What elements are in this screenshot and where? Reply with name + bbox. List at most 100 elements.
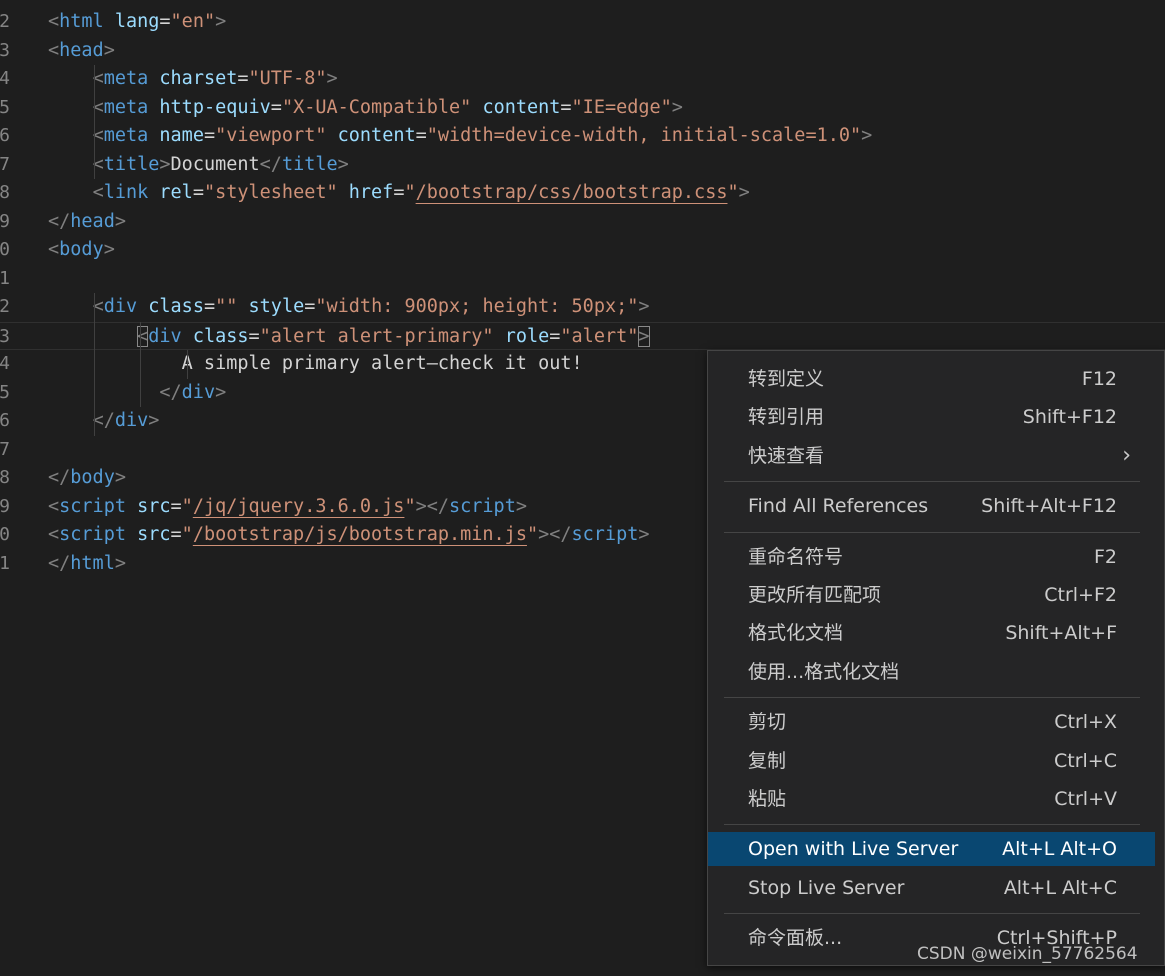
code-token: = [549, 325, 561, 347]
code-token: </ [259, 153, 282, 175]
menu-item-3-0[interactable]: 剪切 Ctrl+X [708, 705, 1155, 739]
code-token: < [48, 11, 60, 32]
code-line[interactable]: 2 <div class="" style="width: 900px; hei… [0, 293, 1165, 322]
menu-item-shortcut: Alt+L Alt+C [1003, 876, 1117, 899]
code-token: = [415, 125, 427, 146]
code-token: = [203, 296, 216, 317]
code-line[interactable]: 1 [0, 265, 1165, 294]
menu-item-label: 更改所有匹配项 [748, 584, 882, 606]
code-token: < [48, 39, 60, 61]
menu-item-1-0[interactable]: Find All References Shift+Alt+F12 [708, 489, 1155, 523]
line-number: 6 [0, 125, 10, 146]
code-token: "IE=edge" [571, 96, 672, 118]
code-text: <div class="alert alert-primary" role="a… [48, 323, 650, 352]
code-token: " [727, 182, 739, 203]
code-link[interactable]: /bootstrap/css/bootstrap.css [416, 182, 728, 203]
code-token: > [861, 125, 873, 146]
code-token: class [148, 296, 204, 317]
line-number: 9 [0, 210, 10, 232]
code-token: </ [48, 210, 71, 232]
code-line[interactable]: 3 <div class="alert alert-primary" role=… [0, 321, 1165, 352]
code-token: = [170, 524, 182, 545]
code-line[interactable]: 2 <html lang="en"> [0, 8, 1165, 37]
code-line[interactable]: 0 <body> [0, 236, 1165, 265]
code-token: script [571, 524, 639, 545]
menu-item-2-0[interactable]: 重命名符号 F2 [708, 540, 1155, 574]
code-token: div [148, 325, 182, 347]
code-token: "alert alert-primary" [259, 325, 494, 347]
menu-separator [724, 697, 1140, 699]
menu-item-2-1[interactable]: 更改所有匹配项 Ctrl+F2 [708, 578, 1155, 612]
code-line[interactable]: 9 </head> [0, 208, 1165, 237]
menu-item-label: 格式化文档 [748, 622, 844, 645]
code-token: > [638, 325, 650, 347]
code-link[interactable]: /bootstrap/js/bootstrap.min.js [193, 524, 527, 545]
menu-item-0-0[interactable]: 转到定义 F12 [708, 362, 1155, 396]
code-text: </html> [48, 550, 126, 579]
code-token: "viewport" [215, 125, 327, 146]
code-text: <script src="/jq/jquery.3.6.0.js"></scri… [48, 493, 527, 522]
code-line[interactable]: 5 <meta http-equiv="X-UA-Compatible" con… [0, 94, 1165, 123]
code-text: <div class="" style="width: 900px; heigh… [48, 293, 650, 322]
code-token: = [170, 495, 182, 517]
code-token: "alert" [560, 325, 639, 347]
code-token: Document [170, 153, 260, 175]
menu-item-label: 转到定义 [748, 368, 825, 390]
code-token: src [137, 495, 171, 517]
code-line[interactable]: 3 <head> [0, 37, 1165, 66]
menu-item-label: Find All References [748, 495, 929, 518]
code-token: > [114, 552, 126, 574]
menu-item-4-0[interactable]: Open with Live Server Alt+L Alt+O [708, 832, 1155, 867]
menu-item-4-1[interactable]: Stop Live Server Alt+L Alt+C [708, 871, 1155, 905]
line-number: 7 [0, 438, 10, 460]
menu-item-0-1[interactable]: 转到引用 Shift+F12 [708, 400, 1155, 434]
code-link[interactable]: /jq/jquery.3.6.0.js [193, 496, 405, 517]
menu-item-2-3[interactable]: 使用...格式化文档 [708, 655, 1155, 689]
code-token: "width=device-width, initial-scale=1.0" [426, 125, 862, 146]
code-token: = [203, 125, 216, 146]
code-line[interactable]: 6 <meta name="viewport" content="width=d… [0, 122, 1165, 151]
code-token: role [504, 325, 550, 347]
code-token: > [638, 296, 650, 317]
code-line[interactable]: 4 <meta charset="UTF-8"> [0, 65, 1165, 94]
code-token: html [59, 11, 104, 32]
code-token: meta [103, 125, 149, 146]
code-line[interactable]: 7 <title>Document</title> [0, 151, 1165, 180]
code-text: <title>Document</title> [48, 151, 349, 180]
code-token: body [59, 239, 104, 260]
code-token: " [181, 524, 193, 545]
code-token: < [48, 239, 60, 260]
menu-item-3-1[interactable]: 复制 Ctrl+C [708, 744, 1155, 778]
code-text: <head> [48, 37, 115, 66]
menu-item-shortcut: F2 [1093, 545, 1117, 568]
menu-item-0-2[interactable]: 快速查看 › [708, 439, 1155, 473]
line-number: 6 [0, 410, 10, 431]
code-line[interactable]: 8 <link rel="stylesheet" href="/bootstra… [0, 179, 1165, 208]
code-token: = [560, 96, 572, 118]
code-token: body [70, 467, 115, 488]
menu-item-shortcut: Shift+Alt+F12 [981, 495, 1117, 518]
code-token: = [304, 296, 316, 317]
line-number: 0 [0, 524, 10, 545]
menu-item-3-2[interactable]: 粘贴 Ctrl+V [708, 782, 1155, 816]
code-token: charset [159, 68, 238, 89]
code-token: title [281, 153, 338, 175]
code-token: = [192, 182, 204, 203]
code-token: </ [159, 381, 182, 403]
code-token: "width: 900px; height: 50px;" [315, 296, 639, 317]
menu-item-2-2[interactable]: 格式化文档 Shift+Alt+F [708, 616, 1155, 650]
menu-item-shortcut: Shift+Alt+F [1005, 622, 1117, 645]
code-token: div [103, 296, 138, 317]
code-token: head [59, 39, 104, 61]
code-token: > [326, 68, 338, 89]
code-text: <meta name="viewport" content="width=dev… [48, 122, 873, 151]
code-token: " [181, 495, 193, 517]
menu-item-label: 重命名符号 [748, 545, 844, 568]
